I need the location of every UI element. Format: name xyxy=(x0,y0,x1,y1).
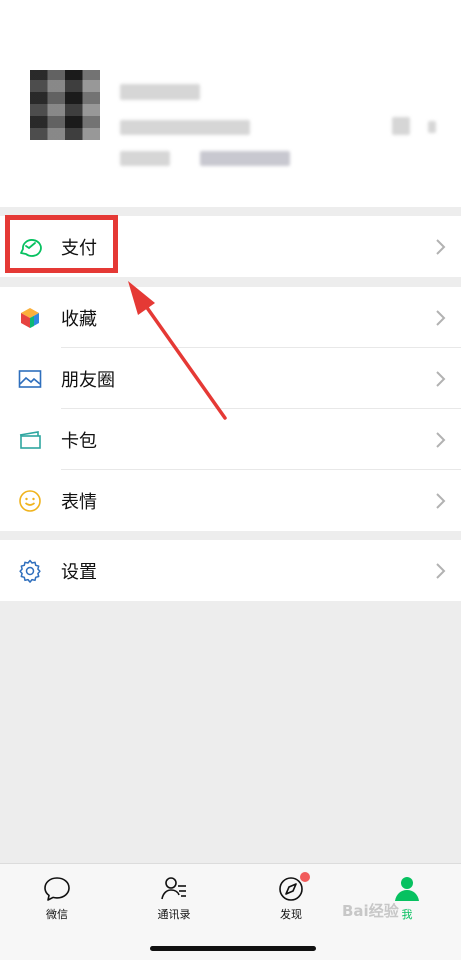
chevron-right-icon xyxy=(436,370,446,387)
moments-image-icon xyxy=(18,369,42,388)
menu-label-cards: 卡包 xyxy=(61,430,97,452)
tab-chats[interactable]: 微信 xyxy=(17,874,97,922)
blurred-qr-icon[interactable] xyxy=(392,117,410,135)
menu-label-settings: 设置 xyxy=(61,561,97,583)
blurred-wechat-id xyxy=(120,120,250,135)
home-indicator[interactable] xyxy=(150,946,316,951)
tab-label: 通讯录 xyxy=(157,908,191,921)
blurred-nickname xyxy=(120,84,200,100)
smiley-icon xyxy=(19,489,41,512)
tab-label: 发现 xyxy=(280,908,302,921)
chevron-right-icon xyxy=(436,431,446,448)
menu-item-settings[interactable]: 设置 xyxy=(0,540,461,601)
blurred-status-extra xyxy=(200,151,290,166)
favorites-cube-icon xyxy=(21,307,39,328)
menu-label-stickers: 表情 xyxy=(61,491,97,513)
chevron-right-icon xyxy=(436,238,446,255)
menu-item-stickers[interactable]: 表情 xyxy=(0,470,461,531)
menu-item-moments[interactable]: 朋友圈 xyxy=(0,348,461,409)
notification-dot xyxy=(300,872,310,882)
contacts-icon xyxy=(161,877,186,900)
gear-icon xyxy=(19,559,41,583)
tab-label: 微信 xyxy=(46,908,68,921)
chat-bubble-icon xyxy=(44,877,70,901)
chevron-right-icon xyxy=(436,562,446,579)
card-wallet-icon xyxy=(19,430,41,449)
highlight-box xyxy=(5,215,118,273)
menu-label-moments: 朋友圈 xyxy=(61,369,115,391)
settings-group: 设置 xyxy=(0,540,461,601)
chevron-right-icon xyxy=(436,309,446,326)
menu-label-favorites: 收藏 xyxy=(61,308,97,330)
avatar[interactable] xyxy=(30,70,100,140)
menu-item-cards[interactable]: 卡包 xyxy=(0,409,461,470)
services-group: 收藏 朋友圈 卡包 表情 xyxy=(0,287,461,531)
tab-contacts[interactable]: 通讯录 xyxy=(134,874,214,922)
tab-discover[interactable]: 发现 xyxy=(251,874,331,922)
chevron-right-icon xyxy=(436,492,446,509)
blurred-chevron xyxy=(428,121,436,133)
blurred-status xyxy=(120,151,170,166)
profile-header[interactable] xyxy=(0,0,461,207)
watermark: Bai经验 xyxy=(342,902,399,920)
menu-item-favorites[interactable]: 收藏 xyxy=(0,287,461,348)
